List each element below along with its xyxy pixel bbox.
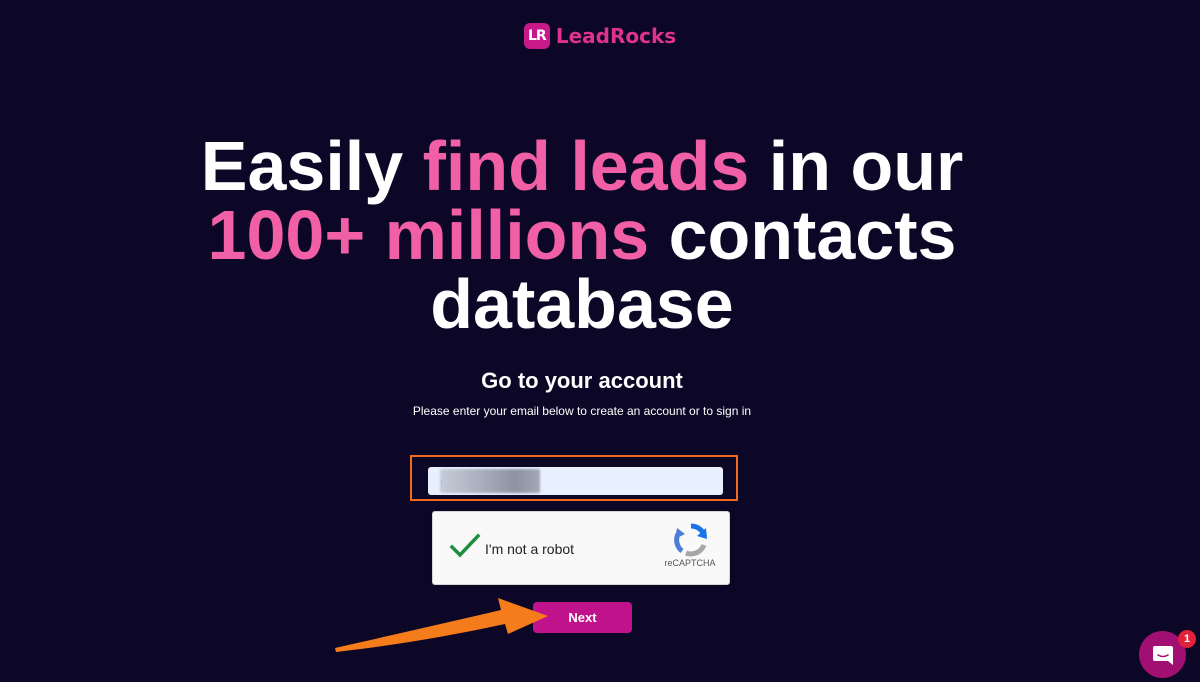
brand-name: LeadRocks [555, 24, 677, 48]
chat-bubble-icon [1152, 645, 1173, 665]
recaptcha-widget: I'm not a robot reCAPTCHA [432, 511, 730, 585]
email-highlight-frame [410, 455, 738, 501]
account-title: Go to your account [481, 368, 683, 393]
headline-text-1: Easily [200, 127, 423, 205]
headline-highlight-2: 100+ millions [207, 196, 650, 274]
check-icon[interactable] [449, 532, 481, 560]
headline-text-2: in our [749, 127, 964, 205]
account-subtitle: Please enter your email below to create … [412, 404, 752, 418]
recaptcha-logo-icon [674, 523, 707, 557]
captcha-label: I'm not a robot [485, 541, 575, 557]
logo-mark-icon: LR [523, 23, 550, 49]
chat-notification-badge: 1 [1178, 630, 1196, 648]
captcha-brand: reCAPTCHA [664, 558, 716, 568]
headline-text-4: database [430, 265, 734, 343]
arrow-icon [335, 598, 548, 652]
hero-headline: Easily find leads in our 100+ millions co… [0, 131, 1164, 339]
brand-logo[interactable]: LR LeadRocks [0, 23, 1200, 49]
headline-highlight-1: find leads [422, 127, 750, 205]
email-redacted-blur [440, 469, 540, 493]
headline-text-3: contacts [649, 196, 957, 274]
